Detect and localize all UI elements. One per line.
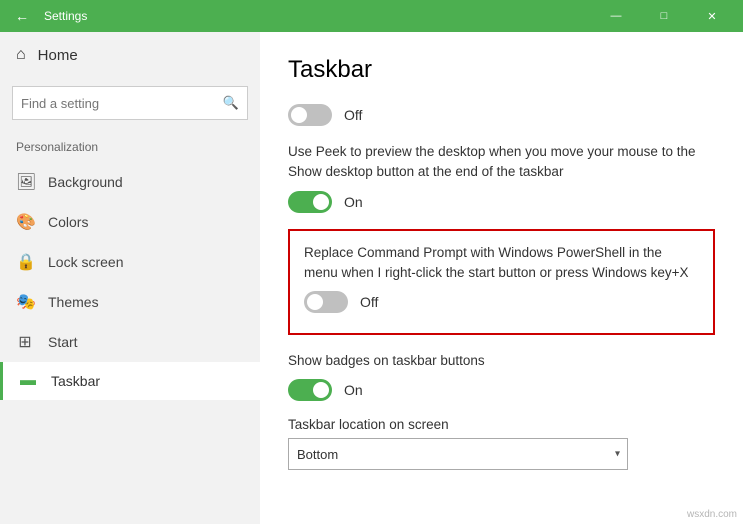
toggle-row-1: Off	[288, 104, 715, 126]
toggle-row-3: Off	[304, 291, 699, 313]
dropdown-wrapper: Bottom Top Left Right ▾	[288, 438, 628, 470]
toggle-peek-on[interactable]	[288, 191, 332, 213]
sidebar-item-taskbar[interactable]: ▬ Taskbar	[0, 362, 260, 400]
start-icon: ⊞	[16, 332, 34, 352]
toggle-label-2: On	[344, 194, 363, 210]
setting-row-peek-toggle: Off	[288, 104, 715, 126]
toggle-label-4: On	[344, 382, 363, 398]
toggle-knob-4	[313, 382, 329, 398]
lock-screen-icon: 🔒	[16, 252, 34, 272]
taskbar-location-dropdown[interactable]: Bottom Top Left Right	[288, 438, 628, 470]
dropdown-section: Taskbar location on screen Bottom Top Le…	[288, 417, 715, 470]
toggle-row-4: On	[288, 379, 715, 401]
nav-label-background: Background	[48, 174, 123, 190]
background-icon: 🖼	[16, 172, 34, 192]
sidebar-item-themes[interactable]: 🎭 Themes	[0, 282, 260, 322]
sidebar-item-lock-screen[interactable]: 🔒 Lock screen	[0, 242, 260, 282]
nav-label-lock-screen: Lock screen	[48, 254, 123, 270]
sidebar-item-colors[interactable]: 🎨 Colors	[0, 202, 260, 242]
minimize-button[interactable]: —	[593, 0, 639, 32]
watermark: wsxdn.com	[687, 509, 737, 520]
taskbar-icon: ▬	[19, 372, 37, 390]
sidebar: ⌂ Home 🔍 Personalization 🖼 Background 🎨 …	[0, 32, 260, 524]
search-icon: 🔍	[223, 95, 239, 111]
sidebar-section-title: Personalization	[0, 136, 260, 162]
sidebar-item-background[interactable]: 🖼 Background	[0, 162, 260, 202]
toggle-knob-1	[291, 107, 307, 123]
maximize-icon: □	[661, 10, 668, 22]
dropdown-label: Taskbar location on screen	[288, 417, 715, 432]
window-controls: — □ ✕	[593, 0, 735, 32]
toggle-row-2: On	[288, 191, 715, 213]
page-title: Taskbar	[288, 56, 715, 84]
close-icon: ✕	[707, 10, 716, 23]
toggle-badges-on[interactable]	[288, 379, 332, 401]
setting-desc-peek: Use Peek to preview the desktop when you…	[288, 142, 715, 183]
close-button[interactable]: ✕	[689, 0, 735, 32]
back-button[interactable]: ←	[8, 2, 36, 30]
content-area: Taskbar Off Use Peek to preview the desk…	[260, 32, 743, 524]
sidebar-item-home[interactable]: ⌂ Home	[0, 32, 260, 78]
toggle-powershell-off[interactable]	[304, 291, 348, 313]
sidebar-item-start[interactable]: ⊞ Start	[0, 322, 260, 362]
search-box: 🔍	[12, 86, 248, 120]
nav-label-start: Start	[48, 334, 78, 350]
back-icon: ←	[15, 8, 29, 24]
nav-label-themes: Themes	[48, 294, 99, 310]
search-input[interactable]	[21, 96, 223, 111]
nav-label-colors: Colors	[48, 214, 88, 230]
setting-desc-badges: Show badges on taskbar buttons	[288, 351, 715, 371]
colors-icon: 🎨	[16, 212, 34, 232]
maximize-button[interactable]: □	[641, 0, 687, 32]
home-label: Home	[38, 47, 78, 64]
themes-icon: 🎭	[16, 292, 34, 312]
setting-row-peek-desc: Use Peek to preview the desktop when you…	[288, 142, 715, 213]
toggle-peek-off[interactable]	[288, 104, 332, 126]
toggle-knob-3	[307, 294, 323, 310]
toggle-label-3: Off	[360, 294, 378, 310]
title-bar-title: Settings	[44, 9, 593, 23]
setting-desc-powershell: Replace Command Prompt with Windows Powe…	[304, 243, 699, 284]
highlight-box-powershell: Replace Command Prompt with Windows Powe…	[288, 229, 715, 336]
home-icon: ⌂	[16, 46, 26, 64]
title-bar: ← Settings — □ ✕	[0, 0, 743, 32]
setting-row-badges: Show badges on taskbar buttons On	[288, 351, 715, 401]
nav-label-taskbar: Taskbar	[51, 373, 100, 389]
main-layout: ⌂ Home 🔍 Personalization 🖼 Background 🎨 …	[0, 32, 743, 524]
toggle-knob-2	[313, 194, 329, 210]
toggle-label-1: Off	[344, 107, 362, 123]
minimize-icon: —	[611, 10, 622, 22]
